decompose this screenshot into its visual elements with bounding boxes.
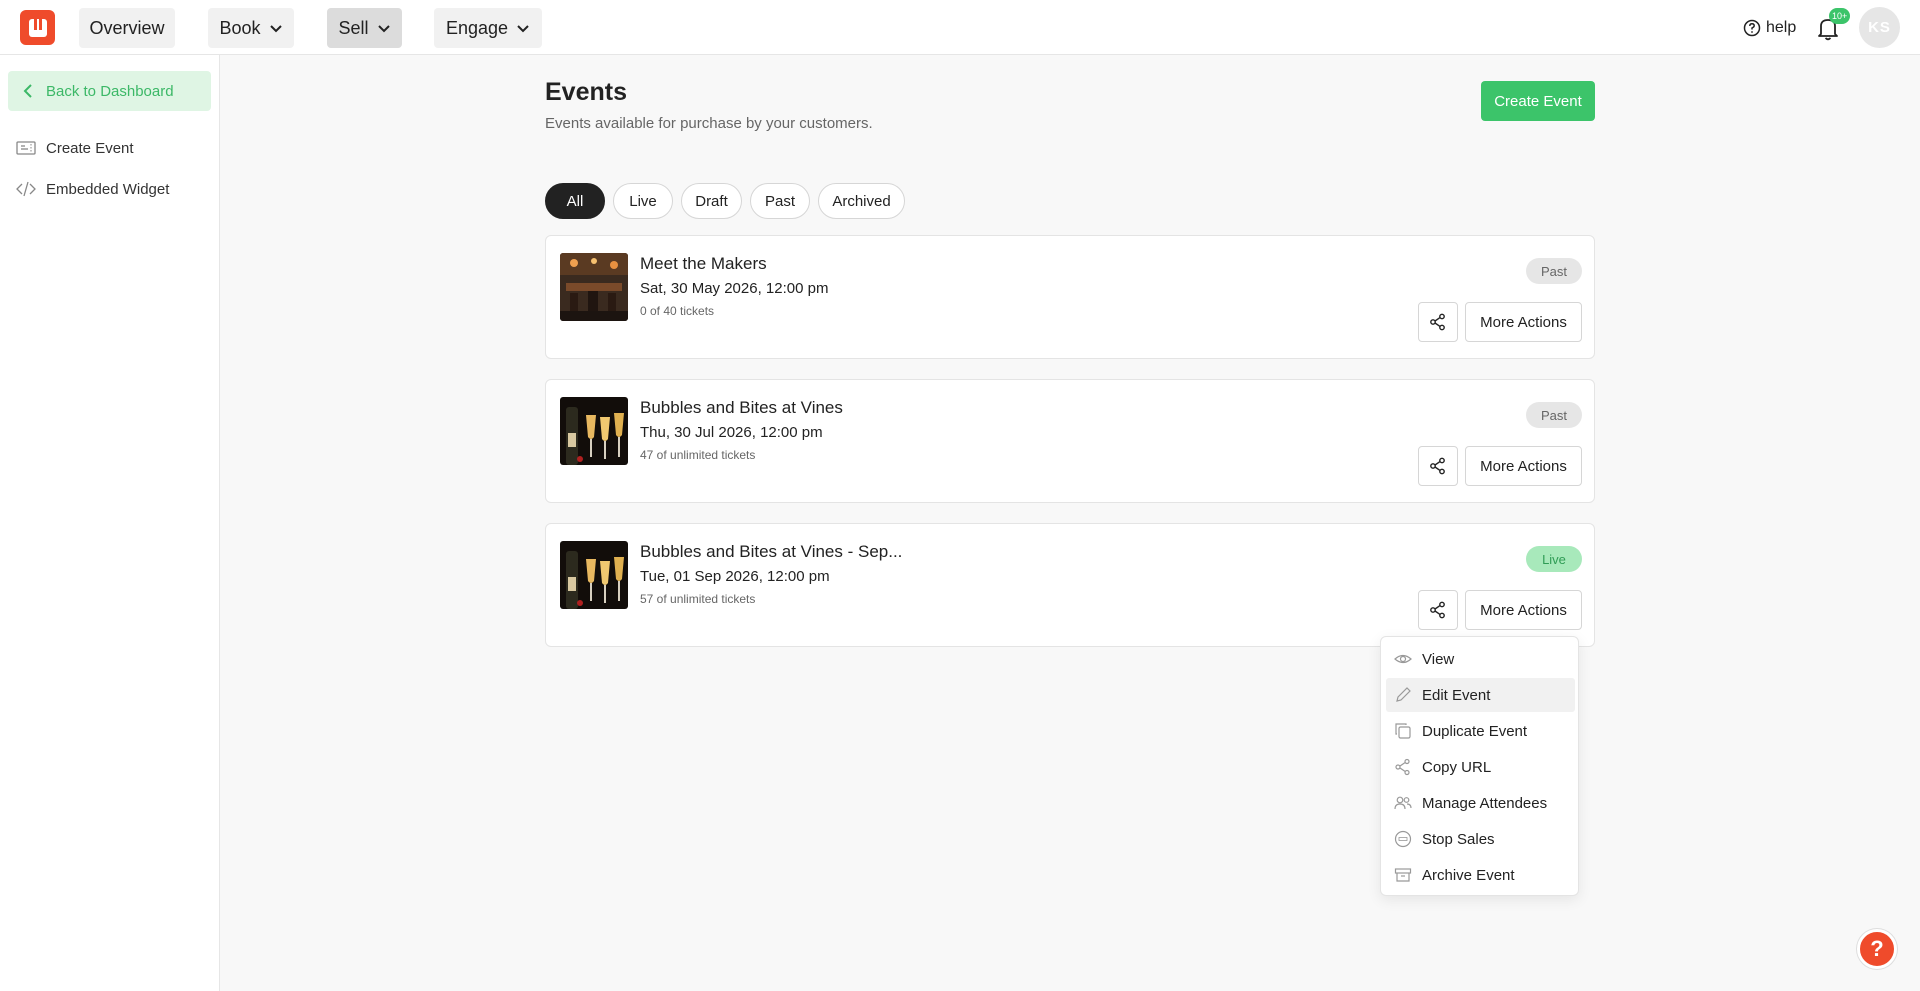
share-button[interactable] bbox=[1418, 446, 1458, 486]
menu-item-stop-sales[interactable]: Stop Sales bbox=[1386, 822, 1575, 856]
event-card: Meet the Makers Sat, 30 May 2026, 12:00 … bbox=[545, 235, 1595, 359]
app-logo[interactable] bbox=[20, 10, 55, 45]
event-card: Bubbles and Bites at Vines - Sep... Tue,… bbox=[545, 523, 1595, 647]
nav-book[interactable]: Book bbox=[208, 8, 294, 48]
back-to-dashboard-button[interactable]: Back to Dashboard bbox=[8, 71, 211, 111]
status-badge: Live bbox=[1526, 546, 1582, 572]
notifications-badge: 10+ bbox=[1829, 8, 1851, 24]
filter-archived[interactable]: Archived bbox=[818, 183, 905, 219]
event-thumbnail bbox=[560, 541, 628, 609]
menu-item-label: Manage Attendees bbox=[1422, 794, 1548, 812]
menu-item-edit-event[interactable]: Edit Event bbox=[1386, 678, 1575, 712]
sidebar-item-label: Create Event bbox=[46, 139, 134, 157]
menu-item-label: View bbox=[1422, 650, 1455, 668]
nav-engage[interactable]: Engage bbox=[434, 8, 542, 48]
menu-item-copy-url[interactable]: Copy URL bbox=[1386, 750, 1575, 784]
nav-book-label: Book bbox=[219, 17, 261, 38]
event-title[interactable]: Bubbles and Bites at Vines bbox=[640, 398, 843, 418]
share-icon bbox=[1394, 758, 1412, 776]
menu-item-manage-attendees[interactable]: Manage Attendees bbox=[1386, 786, 1575, 820]
nav-sell[interactable]: Sell bbox=[327, 8, 402, 48]
help-fab-button[interactable]: ? bbox=[1857, 929, 1897, 969]
event-thumbnail bbox=[560, 253, 628, 321]
more-actions-button[interactable]: More Actions bbox=[1465, 446, 1582, 486]
status-badge: Past bbox=[1526, 258, 1582, 284]
nav-overview-label: Overview bbox=[89, 17, 165, 38]
back-to-dashboard-label: Back to Dashboard bbox=[46, 82, 174, 100]
event-tickets: 0 of 40 tickets bbox=[640, 304, 715, 318]
nav-sell-label: Sell bbox=[338, 17, 369, 38]
share-icon bbox=[1430, 601, 1445, 619]
menu-item-duplicate-event[interactable]: Duplicate Event bbox=[1386, 714, 1575, 748]
filter-draft[interactable]: Draft bbox=[681, 183, 742, 219]
more-actions-button[interactable]: More Actions bbox=[1465, 590, 1582, 630]
event-tickets: 57 of unlimited tickets bbox=[640, 592, 756, 606]
share-button[interactable] bbox=[1418, 590, 1458, 630]
event-title[interactable]: Meet the Makers bbox=[640, 254, 767, 274]
logo-icon bbox=[28, 18, 47, 37]
share-icon bbox=[1430, 457, 1445, 475]
page-title: Events bbox=[545, 78, 627, 106]
menu-item-label: Copy URL bbox=[1422, 758, 1492, 776]
archive-icon bbox=[1394, 866, 1412, 884]
chevron-left-icon bbox=[23, 84, 32, 98]
help-label: help bbox=[1766, 19, 1797, 36]
chevron-down-icon bbox=[269, 25, 282, 33]
more-actions-button[interactable]: More Actions bbox=[1465, 302, 1582, 342]
event-image bbox=[560, 541, 628, 609]
filter-past[interactable]: Past bbox=[750, 183, 810, 219]
nav-engage-label: Engage bbox=[445, 17, 509, 38]
filter-all[interactable]: All bbox=[545, 183, 605, 219]
create-event-button[interactable]: Create Event bbox=[1481, 81, 1595, 121]
chevron-down-icon bbox=[517, 25, 529, 33]
sidebar-item-embedded-widget[interactable]: Embedded Widget bbox=[16, 177, 169, 201]
pencil-icon bbox=[1394, 686, 1412, 704]
share-icon bbox=[1430, 313, 1445, 331]
menu-item-label: Edit Event bbox=[1422, 686, 1491, 704]
users-icon bbox=[1394, 794, 1412, 812]
menu-item-label: Archive Event bbox=[1422, 866, 1515, 884]
status-badge: Past bbox=[1526, 402, 1582, 428]
menu-item-label: Duplicate Event bbox=[1422, 722, 1528, 740]
event-title[interactable]: Bubbles and Bites at Vines - Sep... bbox=[640, 542, 902, 562]
nav-overview[interactable]: Overview bbox=[79, 8, 175, 48]
avatar[interactable]: KS bbox=[1859, 7, 1900, 48]
menu-item-label: Stop Sales bbox=[1422, 830, 1495, 848]
ticket-icon bbox=[16, 141, 36, 155]
menu-item-archive-event[interactable]: Archive Event bbox=[1386, 858, 1575, 892]
event-thumbnail bbox=[560, 397, 628, 465]
code-icon bbox=[16, 181, 36, 197]
question-circle-icon bbox=[1743, 19, 1761, 37]
copy-icon bbox=[1394, 722, 1412, 740]
stop-icon bbox=[1394, 830, 1412, 848]
event-image bbox=[560, 253, 628, 321]
top-bar: Overview Book Sell Engage help 10+ KS bbox=[0, 0, 1920, 55]
chevron-down-icon bbox=[377, 25, 390, 33]
event-card: Bubbles and Bites at Vines Thu, 30 Jul 2… bbox=[545, 379, 1595, 503]
event-date: Sat, 30 May 2026, 12:00 pm bbox=[640, 280, 829, 297]
event-date: Thu, 30 Jul 2026, 12:00 pm bbox=[640, 424, 823, 441]
help-link[interactable]: help bbox=[1743, 16, 1796, 40]
share-button[interactable] bbox=[1418, 302, 1458, 342]
sidebar-item-create-event[interactable]: Create Event bbox=[16, 136, 134, 160]
sidebar-item-label: Embedded Widget bbox=[46, 180, 170, 198]
more-actions-menu: View Edit Event Duplicate Event Copy URL… bbox=[1380, 636, 1579, 896]
eye-icon bbox=[1394, 650, 1412, 668]
event-date: Tue, 01 Sep 2026, 12:00 pm bbox=[640, 568, 830, 585]
page-subtitle: Events available for purchase by your cu… bbox=[545, 115, 873, 132]
menu-item-view[interactable]: View bbox=[1386, 642, 1575, 676]
filter-live[interactable]: Live bbox=[613, 183, 673, 219]
event-tickets: 47 of unlimited tickets bbox=[640, 448, 756, 462]
sidebar: Back to Dashboard Create Event Embedded … bbox=[0, 55, 220, 991]
event-image bbox=[560, 397, 628, 465]
